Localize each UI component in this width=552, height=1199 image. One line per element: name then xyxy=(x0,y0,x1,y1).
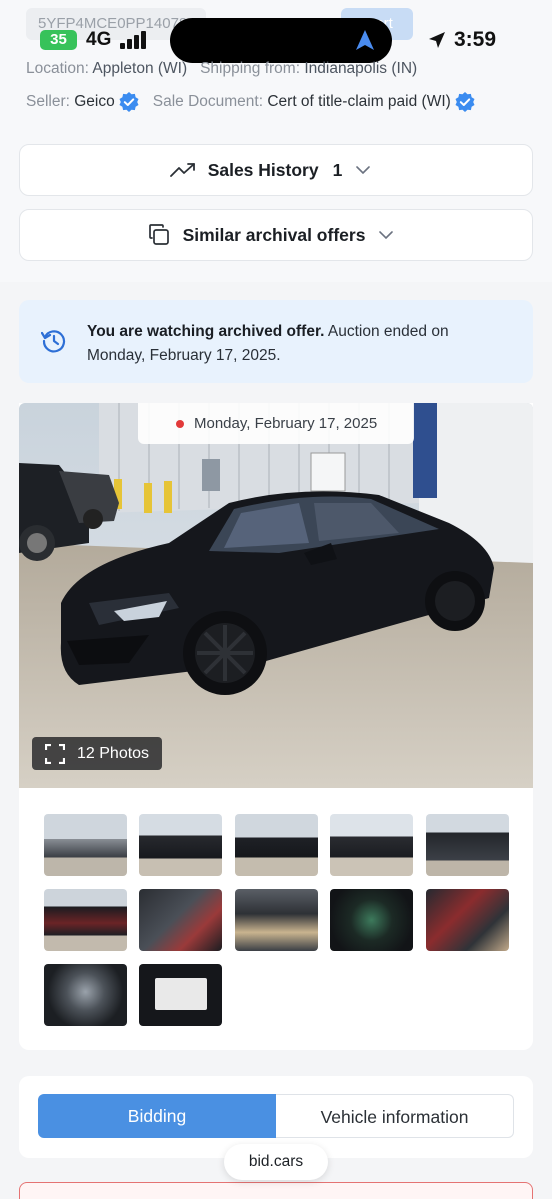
network-label: 4G xyxy=(86,29,112,50)
tab-vehicle-information[interactable]: Vehicle information xyxy=(276,1094,514,1138)
notice-bold: You are watching archived offer. xyxy=(87,323,325,340)
thumbnail[interactable] xyxy=(426,889,509,951)
location-value: Appleton (WI) xyxy=(92,60,188,77)
photos-count-button[interactable]: 12 Photos xyxy=(32,737,162,770)
similar-offers-label: Similar archival offers xyxy=(182,224,366,245)
car-photo-illustration xyxy=(19,403,533,788)
archived-notice: You are watching archived offer. Auction… xyxy=(19,300,533,383)
chevron-down-icon xyxy=(356,166,371,174)
copy-icon xyxy=(148,224,169,245)
photo-date: Monday, February 17, 2025 xyxy=(194,415,378,432)
verified-icon xyxy=(119,92,139,112)
thumbnail[interactable] xyxy=(235,889,318,951)
location-row: Location: Appleton (WI) Shipping from: I… xyxy=(26,60,417,78)
live-dot-icon xyxy=(176,420,184,428)
thumbnail[interactable] xyxy=(44,889,127,951)
main-vehicle-photo[interactable]: Monday, February 17, 2025 12 Photos xyxy=(19,403,533,788)
battery-indicator: 35 xyxy=(40,30,77,50)
tab-bidding[interactable]: Bidding xyxy=(38,1094,276,1138)
sale-document-value: Cert of title-claim paid (WI) xyxy=(267,93,451,110)
browser-url-pill[interactable]: bid.cars xyxy=(224,1144,328,1180)
shipping-value: Indianapolis (IN) xyxy=(304,60,418,77)
photo-date-pill: Monday, February 17, 2025 xyxy=(138,403,414,444)
shipping-label: Shipping from: xyxy=(200,60,301,77)
status-bar: 35 4G 3:59 xyxy=(0,0,552,63)
history-icon xyxy=(41,330,66,353)
gallery-card: Monday, February 17, 2025 12 Photos xyxy=(19,403,533,1050)
seller-row: Seller: Geico Sale Document: Cert of tit… xyxy=(26,92,489,112)
sale-document-label: Sale Document: xyxy=(152,93,264,110)
clock: 3:59 xyxy=(454,28,497,51)
dynamic-island xyxy=(170,18,392,63)
thumbnail[interactable] xyxy=(139,814,222,876)
navigation-arrow-icon xyxy=(356,30,374,50)
thumbnail[interactable] xyxy=(44,814,127,876)
thumbnail[interactable] xyxy=(330,814,413,876)
thumbnail[interactable] xyxy=(235,814,318,876)
notice-text: You are watching archived offer. Auction… xyxy=(87,320,507,368)
seller-value: Geico xyxy=(74,93,115,110)
verified-icon xyxy=(455,92,475,112)
sales-history-count: 1 xyxy=(332,159,343,180)
thumbnail[interactable] xyxy=(44,964,127,1026)
thumbnail[interactable] xyxy=(330,889,413,951)
window-sticker-label xyxy=(155,978,207,1010)
location-arrow-icon xyxy=(429,32,445,48)
photos-count-label: 12 Photos xyxy=(77,745,150,762)
signal-icon xyxy=(120,31,148,49)
chevron-down-icon xyxy=(379,231,394,239)
thumbnail[interactable] xyxy=(139,889,222,951)
sales-history-button[interactable]: Sales History 1 xyxy=(19,144,533,196)
seller-label: Seller: xyxy=(26,93,70,110)
sales-history-label: Sales History xyxy=(207,159,319,180)
fullscreen-icon xyxy=(45,744,65,764)
trending-up-icon xyxy=(169,163,195,177)
alert-box xyxy=(19,1182,533,1199)
thumbnail[interactable] xyxy=(139,964,222,1026)
location-label: Location: xyxy=(26,60,89,77)
thumbnail[interactable] xyxy=(426,814,509,876)
similar-offers-button[interactable]: Similar archival offers xyxy=(19,209,533,261)
